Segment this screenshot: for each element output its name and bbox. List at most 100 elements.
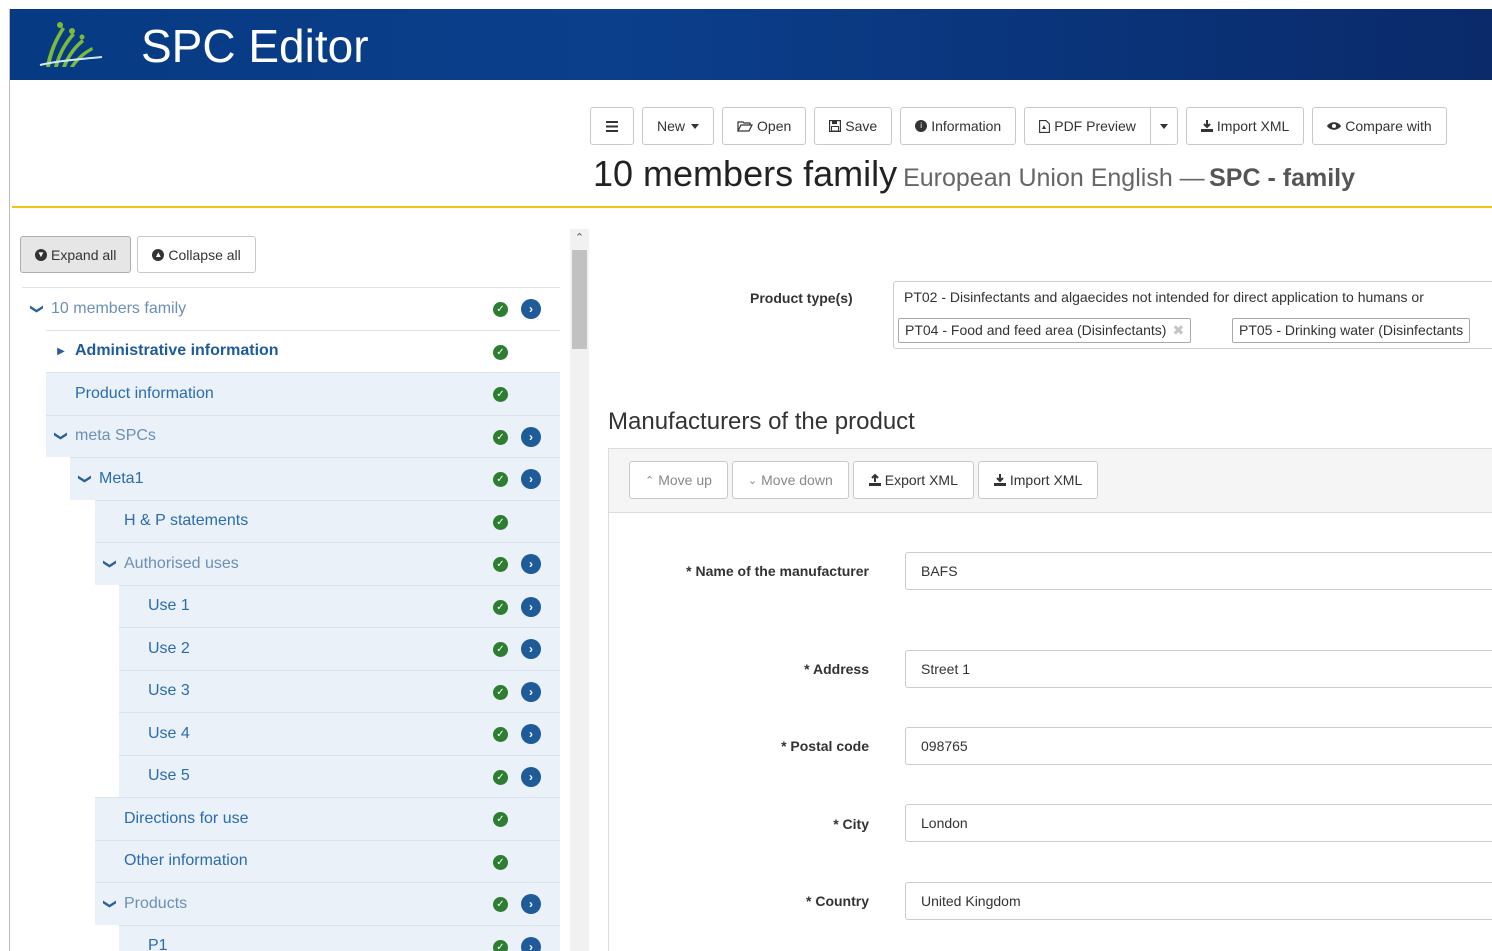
tree-item-administrative-information[interactable]: ▶ Administrative information ✓ [46, 329, 560, 372]
divider [12, 206, 1492, 208]
import-xml-button[interactable]: Import XML [1185, 107, 1305, 145]
arrow-circle-right-icon[interactable]: › [521, 596, 541, 617]
save-button[interactable]: Save [814, 107, 893, 145]
collapse-all-button[interactable]: ▲ Collapse all [137, 236, 256, 273]
tree-item-use-2[interactable]: Use 2 ✓ › [119, 627, 560, 670]
tree-item-products[interactable]: ❯ Products ✓ › [95, 882, 560, 925]
tree-item-label: H & P statements [124, 512, 249, 530]
tree-item-use-3[interactable]: Use 3 ✓ › [119, 669, 560, 712]
product-type-tag-label: PT05 - Drinking water (Disinfectants [1239, 322, 1464, 338]
tree-scrollbar[interactable]: ⌃ [570, 229, 589, 951]
product-type-tag[interactable]: PT02 - Disinfectants and algaecides not … [898, 286, 1430, 311]
import-xml-label: Import XML [1216, 118, 1290, 134]
expand-all-label: Expand all [51, 246, 117, 263]
check-circle-icon: ✓ [493, 684, 508, 700]
pdf-preview-group: PDF Preview [1024, 107, 1178, 145]
remove-tag-icon[interactable]: ✖ [1172, 322, 1184, 338]
floppy-disk-icon [829, 120, 842, 132]
address-field[interactable]: Street 1 [905, 650, 1492, 688]
export-xml-label: Export XML [884, 472, 958, 488]
document-language: European Union English — [903, 164, 1205, 192]
check-circle-icon: ✓ [493, 429, 508, 445]
chevron-down-icon[interactable]: ❯ [29, 298, 45, 320]
product-type-tag-label: PT02 - Disinfectants and algaecides not … [904, 289, 1424, 305]
document-tree: ❯ 10 members family ✓ › ▶ Administrative… [22, 287, 560, 951]
arrow-circle-right-icon[interactable]: › [521, 469, 541, 489]
check-circle-icon: ✓ [493, 727, 508, 742]
check-circle-icon: ✓ [493, 472, 508, 487]
tree-item-meta1[interactable]: ❯ Meta1 ✓ › [70, 457, 560, 500]
open-button[interactable]: Open [722, 107, 807, 145]
product-type-tag-label: PT04 - Food and feed area (Disinfectants… [905, 322, 1167, 338]
city-field[interactable]: London [905, 804, 1492, 842]
tree-item-use-4[interactable]: Use 4 ✓ › [119, 712, 560, 755]
manufacturer-name-field[interactable]: BAFS [905, 552, 1492, 590]
app-logo-icon [39, 22, 103, 67]
chevron-down-icon[interactable]: ❯ [102, 553, 118, 575]
product-types-select[interactable]: PT02 - Disinfectants and algaecides not … [893, 281, 1492, 349]
open-button-label: Open [757, 118, 792, 134]
manufacturer-name-label: * Name of the manufacturer [686, 563, 869, 579]
arrow-circle-right-icon[interactable]: › [521, 639, 541, 659]
check-circle-icon: ✓ [493, 514, 508, 530]
pdf-preview-button[interactable]: PDF Preview [1024, 107, 1151, 145]
information-button[interactable]: i Information [900, 107, 1017, 145]
product-type-tag[interactable]: PT04 - Food and feed area (Disinfectants… [898, 318, 1192, 343]
tree-item-label: P1 [148, 937, 168, 951]
arrow-circle-right-icon[interactable]: › [521, 681, 541, 702]
chevron-down-icon[interactable]: ❯ [53, 425, 69, 447]
tree-item-label: Directions for use [124, 809, 249, 827]
arrow-circle-right-icon[interactable]: › [521, 554, 541, 574]
postal-code-field[interactable]: 098765 [905, 727, 1492, 765]
chevron-down-icon[interactable]: ❯ [77, 468, 93, 490]
tree-item-label: meta SPCs [75, 427, 156, 445]
tree-item-root[interactable]: ❯ 10 members family ✓ › [22, 287, 560, 330]
expand-all-button[interactable]: ▼ Expand all [20, 236, 132, 273]
pdf-preview-dropdown[interactable] [1150, 107, 1178, 145]
arrow-circle-right-icon[interactable]: › [521, 766, 541, 787]
import-xml-label: Import XML [1009, 472, 1083, 488]
tree-item-hp-statements[interactable]: H & P statements ✓ [95, 499, 560, 542]
info-circle-icon: i [915, 120, 928, 132]
tree-item-other-information[interactable]: Other information ✓ [95, 839, 560, 882]
arrow-circle-right-icon[interactable]: › [521, 936, 541, 951]
tree-item-meta-spcs[interactable]: ❯ meta SPCs ✓ › [46, 414, 560, 457]
document-title: 10 members family European Union English … [593, 153, 1355, 195]
move-up-label: Move up [658, 472, 712, 488]
import-xml-button[interactable]: Import XML [977, 461, 1099, 499]
chevron-down-icon[interactable]: ❯ [102, 893, 118, 915]
menu-button[interactable] [590, 107, 634, 145]
tree-item-directions-for-use[interactable]: Directions for use ✓ [95, 797, 560, 840]
country-label: * Country [806, 893, 869, 909]
compare-with-button[interactable]: Compare with [1312, 107, 1447, 145]
arrow-circle-right-icon[interactable]: › [521, 426, 541, 447]
check-circle-icon: ✓ [493, 302, 508, 317]
tree-item-use-1[interactable]: Use 1 ✓ › [119, 584, 560, 627]
export-xml-button[interactable]: Export XML [852, 461, 974, 499]
tree-item-product-information[interactable]: Product information ✓ [46, 372, 560, 415]
tree-item-use-5[interactable]: Use 5 ✓ › [119, 754, 560, 797]
tree-item-p1[interactable]: P1 ✓ › [119, 924, 560, 951]
product-type-tag[interactable]: PT05 - Drinking water (Disinfectants [1232, 318, 1471, 343]
eye-icon [1327, 122, 1342, 130]
chevron-down-icon: ⌄ [747, 474, 758, 487]
export-icon [868, 474, 881, 486]
move-down-button[interactable]: ⌄ Move down [731, 461, 849, 499]
arrow-circle-right-icon[interactable]: › [521, 894, 541, 914]
move-up-button[interactable]: ⌃ Move up [629, 461, 728, 499]
country-field[interactable]: United Kingdom [905, 882, 1492, 920]
chevron-circle-up-icon: ▲ [152, 248, 165, 261]
arrow-circle-right-icon[interactable]: › [521, 299, 541, 319]
scrollbar-thumb[interactable] [572, 250, 587, 349]
arrow-circle-right-icon[interactable]: › [521, 724, 541, 744]
tree-item-authorised-uses[interactable]: ❯ Authorised uses ✓ › [95, 542, 560, 585]
main-toolbar: New Open Save i Information PDF Preview … [590, 107, 1447, 145]
scroll-up-icon[interactable]: ⌃ [570, 229, 589, 248]
caret-right-icon[interactable]: ▶ [50, 346, 72, 357]
import-icon [1200, 120, 1213, 132]
new-button[interactable]: New [642, 107, 715, 145]
tree-item-label: Administrative information [75, 342, 279, 360]
check-circle-icon: ✓ [493, 642, 508, 657]
tree-item-label: Use 5 [148, 767, 190, 785]
check-circle-icon: ✓ [493, 897, 508, 912]
